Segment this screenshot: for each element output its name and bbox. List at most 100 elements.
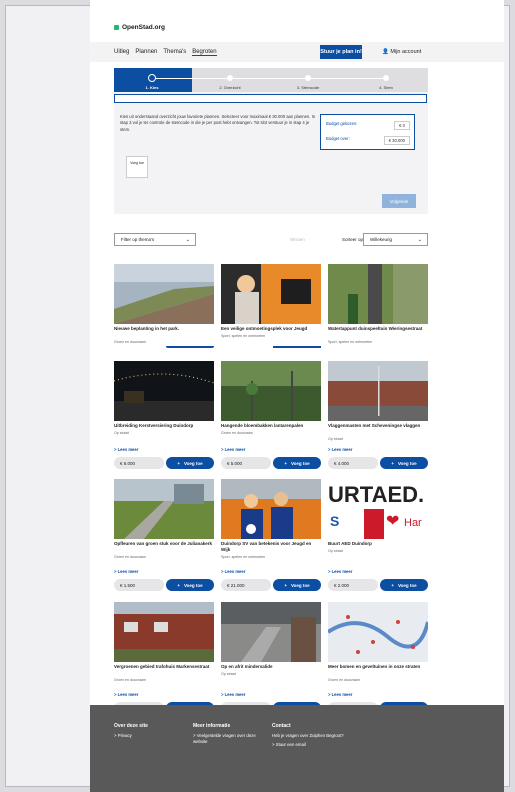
theme-filter-select[interactable]: Filter op thema's ⌄ (114, 233, 196, 246)
read-more-link[interactable]: > Lees meer (221, 447, 245, 452)
chevron-down-icon: ⌄ (185, 237, 190, 243)
plan-title: Opfleuren van groen stuk voor de Juliana… (114, 541, 213, 546)
intro-text: Kies uit onderstaand overzicht jouw favo… (120, 114, 316, 132)
plan-card[interactable]: Opfleuren van groen stuk voor de Juliana… (114, 479, 214, 591)
step-1-label: 1. Kies (145, 85, 159, 90)
plan-title: Nieuwe beplanting in het park. (114, 326, 180, 331)
selected-plan-placeholder: Voeg toe (126, 156, 148, 178)
plan-category: Groen en duurzaam (114, 678, 146, 682)
plan-card[interactable]: Duindorp SV van betekenis voor Jeugd en … (221, 479, 321, 591)
plan-category: Sport, spelen en ontmoeten (221, 334, 266, 338)
plan-card[interactable]: Hangende bloembakken lantarenpalen Groen… (221, 361, 321, 469)
plan-card[interactable]: Vlaggenmasten met Scheveningse vlaggen O… (328, 361, 428, 469)
plan-photo (114, 602, 214, 662)
footer-about-title: Over deze site (114, 723, 148, 729)
add-plan-button[interactable]: +Voeg toe (166, 579, 214, 591)
plan-photo (114, 361, 214, 421)
plan-card[interactable]: Uitbreiding Kerstversiering Duindorp Op … (114, 361, 214, 469)
plan-card[interactable]: URTAED. S ❤ Har Buurt AED Duindorp Op st… (328, 479, 428, 591)
read-more-link[interactable]: > Lees meer (114, 692, 138, 697)
email-link[interactable]: > Stuur een email (272, 742, 344, 749)
chevron-down-icon: ⌄ (417, 237, 422, 243)
plan-category: Groen en duurzaam (114, 555, 146, 559)
submit-plan-button[interactable]: Stuur je plan in! (320, 45, 362, 59)
add-plan-button[interactable]: +Voeg toe (273, 457, 321, 469)
read-more-link[interactable]: > Lees meer (221, 692, 245, 697)
plan-photo (328, 602, 428, 662)
nav-item-begroten[interactable]: Begroten (192, 49, 217, 56)
next-button[interactable]: Volgende (382, 194, 416, 208)
faq-label: Veelgestelde vragen over deze website (193, 732, 256, 745)
add-plan-button[interactable]: +Voeg toe (380, 457, 428, 469)
plan-card[interactable]: Watertappunt duinspeeltuin Wieringsestra… (328, 264, 428, 344)
email-label: Stuur een email (275, 742, 306, 747)
read-more-link[interactable]: > Lees meer (221, 569, 245, 574)
read-more-label: Lees meer (117, 569, 139, 574)
add-label: Voeg toe (397, 460, 417, 466)
budget-left-label: Budget over: (326, 136, 350, 141)
plan-title: Op en afrit mindervalide (221, 664, 273, 669)
read-more-link[interactable]: > Lees meer (328, 447, 352, 452)
plan-title: Vergroenen gebied trafohuis Markensestra… (114, 664, 210, 669)
theme-filter-label: Filter op thema's (121, 237, 155, 242)
read-more-label: Lees meer (224, 692, 246, 697)
footer: Over deze site > Privacy Meer informatie… (90, 705, 504, 792)
plan-price: € 5.000 (221, 457, 271, 469)
step-3-label: 3. Stemcode (296, 85, 320, 90)
sort-select[interactable]: Willekeurig ⌄ (363, 233, 428, 246)
filter-bar: Filter op thema's ⌄ Wissen Sorteer op: W… (114, 233, 428, 247)
footer-col-contact: Contact Heb je vragen over Zuiphen Begro… (272, 723, 344, 749)
plan-card[interactable]: Meer bomen en geveltuinen in onze strate… (328, 602, 428, 714)
plan-title: Uitbreiding Kerstversiering Duindorp (114, 423, 194, 428)
main-navigation: Uitleg Plannen Thema's Begroten Stuur je… (90, 42, 504, 62)
footer-info-title: Meer informatie (193, 723, 231, 729)
plan-photo: URTAED. S ❤ Har (328, 479, 428, 539)
budget-left-value: € 30.000 (383, 136, 410, 145)
plan-category: Op straat (114, 431, 129, 435)
plan-price: € 6.000 (114, 457, 164, 469)
step-2-dot (227, 75, 233, 81)
plan-category: Op straat (328, 437, 343, 441)
filter-reset-link[interactable]: Wissen (290, 237, 305, 242)
sort-label: Sorteer op: (342, 237, 365, 242)
read-more-link[interactable]: > Lees meer (114, 447, 138, 452)
read-more-link[interactable]: > Lees meer (114, 569, 138, 574)
add-label: Voeg toe (290, 460, 310, 466)
plan-title: Meer bomen en geveltuinen in onze strate… (328, 664, 421, 669)
aed-sign-har: Har (404, 517, 422, 529)
read-more-link[interactable]: > Lees meer (328, 692, 352, 697)
plan-card[interactable]: Vergroenen gebied trafohuis Markensestra… (114, 602, 214, 714)
heart-icon: ❤ (386, 513, 400, 530)
add-label: Voeg toe (183, 582, 203, 588)
add-label: Voeg toe (183, 460, 203, 466)
plan-title: Watertappunt duinspeeltuin Wieringsestra… (328, 326, 423, 331)
logo[interactable]: OpenStad.org (114, 24, 165, 31)
privacy-link[interactable]: > Privacy (114, 733, 148, 740)
plan-photo (221, 479, 321, 539)
plan-price: € 21.000 (221, 579, 271, 591)
plus-icon: + (177, 460, 180, 466)
read-more-label: Lees meer (117, 447, 139, 452)
step-2-label: 2. Overzicht (219, 85, 241, 90)
footer-col-about: Over deze site > Privacy (114, 723, 148, 739)
add-plan-button[interactable]: +Voeg toe (166, 457, 214, 469)
plan-category: Groen en duurzaam (114, 340, 146, 344)
nav-item-themas[interactable]: Thema's (163, 49, 186, 56)
plan-photo (328, 264, 428, 324)
add-label: Voeg toe (397, 582, 417, 588)
nav-item-uitleg[interactable]: Uitleg (114, 49, 129, 56)
add-plan-button[interactable]: +Voeg toe (273, 579, 321, 591)
plan-category: Sport, spelen en ontmoeten (221, 555, 266, 559)
footer-contact-title: Contact (272, 723, 291, 729)
plan-card[interactable]: Op en afrit mindervalide Op straat > Lee… (221, 602, 321, 714)
account-link[interactable]: 👤 Mijn account (382, 49, 421, 55)
plan-card[interactable]: Een veilige ontmoetingsplek voor Jeugd S… (221, 264, 321, 348)
add-plan-button[interactable]: +Voeg toe (380, 579, 428, 591)
faq-link[interactable]: > Veelgestelde vragen over deze website (193, 733, 265, 746)
plan-price: € 4.000 (328, 457, 378, 469)
plan-card[interactable]: Nieuwe beplanting in het park. Groen en … (114, 264, 214, 348)
step-3-dot (305, 75, 311, 81)
nav-item-plannen[interactable]: Plannen (135, 49, 157, 56)
read-more-link[interactable]: > Lees meer (328, 569, 352, 574)
logo-mark-icon (114, 25, 119, 30)
